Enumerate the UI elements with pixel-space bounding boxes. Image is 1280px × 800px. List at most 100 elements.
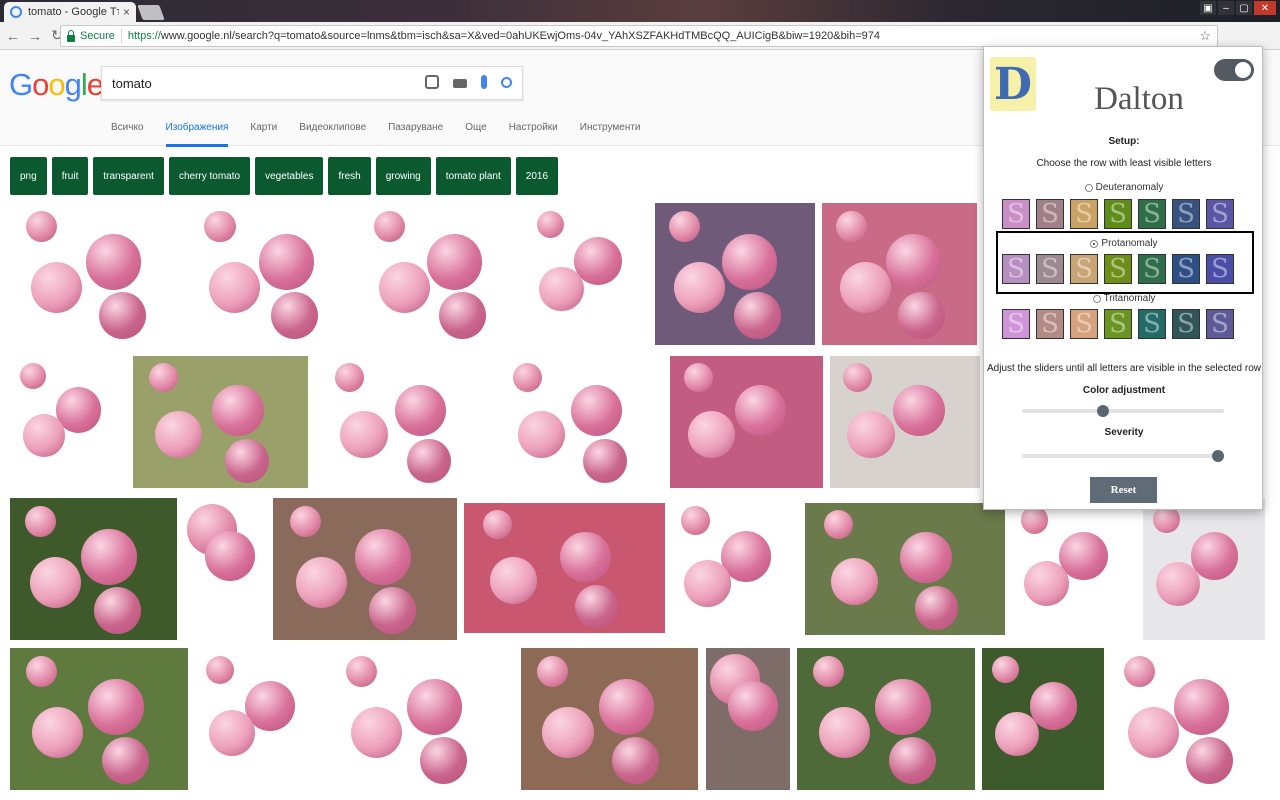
image-result-thumbnail[interactable] <box>670 498 800 640</box>
radio-button[interactable] <box>1092 294 1101 303</box>
image-result-thumbnail[interactable] <box>183 498 267 640</box>
keyboard-icon[interactable] <box>453 78 467 88</box>
radio-protanomaly[interactable]: Protanomaly <box>984 238 1264 249</box>
chip-png[interactable]: png <box>10 157 47 195</box>
tomato-shape <box>85 234 142 290</box>
image-result-thumbnail[interactable] <box>655 203 815 345</box>
image-result-thumbnail[interactable] <box>1110 648 1265 790</box>
image-result-thumbnail[interactable] <box>464 503 665 633</box>
tomato-shape <box>536 211 564 239</box>
chip-fruit[interactable]: fruit <box>51 157 89 195</box>
image-result-thumbnail[interactable] <box>521 648 698 790</box>
chip-2016[interactable]: 2016 <box>515 157 559 195</box>
browser-tab[interactable]: tomato - Google Търсен × <box>4 2 136 22</box>
tomato-shape <box>394 384 447 437</box>
tomato-shape <box>345 655 378 687</box>
image-result-thumbnail[interactable] <box>330 648 505 790</box>
image-result-thumbnail[interactable] <box>830 356 980 488</box>
tab-shopping[interactable]: Пазаруване <box>388 122 443 147</box>
image-result-thumbnail[interactable] <box>273 498 457 640</box>
url-rest: www.google.nl/search?q=tomato&source=lnm… <box>160 30 881 42</box>
dalton-title: Dalton <box>1094 81 1184 117</box>
tab-maps[interactable]: Карти <box>250 122 277 147</box>
address-bar[interactable]: Secure https://www.google.nl/search?q=to… <box>60 25 1218 47</box>
image-result-thumbnail[interactable] <box>706 648 790 790</box>
google-logo[interactable]: Google <box>9 67 104 103</box>
dalton-enable-toggle[interactable] <box>1214 59 1254 81</box>
tab-more[interactable]: Още <box>465 122 486 147</box>
tomato-shape <box>490 557 537 604</box>
forward-icon[interactable]: → <box>26 28 44 44</box>
radio-button[interactable] <box>1084 183 1093 192</box>
url-text[interactable]: https://www.google.nl/search?q=tomato&so… <box>122 30 880 42</box>
chip-growing[interactable]: growing <box>375 157 431 195</box>
camera-icon[interactable] <box>425 75 439 89</box>
new-tab-button[interactable] <box>137 5 165 20</box>
image-result-thumbnail[interactable] <box>797 648 975 790</box>
image-result-thumbnail[interactable] <box>670 356 823 488</box>
image-result-thumbnail[interactable] <box>195 648 323 790</box>
image-result-thumbnail[interactable] <box>320 356 488 488</box>
image-result-thumbnail[interactable] <box>10 648 188 790</box>
secure-indicator[interactable]: Secure <box>61 28 122 44</box>
tomato-shape <box>995 711 1040 756</box>
maximize-icon[interactable]: ▢ <box>1236 1 1252 15</box>
image-result-thumbnail[interactable] <box>526 203 649 345</box>
profile-icon[interactable]: ▣ <box>1200 1 1216 15</box>
tomato-shape <box>295 557 347 609</box>
window-close-icon[interactable]: ✕ <box>1254 1 1276 15</box>
color-adjustment-slider[interactable] <box>1022 405 1224 417</box>
image-result-thumbnail[interactable] <box>10 356 127 488</box>
image-result-thumbnail[interactable] <box>805 503 1005 635</box>
slider-handle[interactable] <box>1211 450 1224 462</box>
minimize-icon[interactable]: – <box>1218 1 1234 15</box>
image-result-thumbnail[interactable] <box>1143 498 1265 640</box>
color-swatch: S <box>1070 309 1098 339</box>
chip-vegetables[interactable]: vegetables <box>255 157 324 195</box>
tomato-shape <box>598 679 655 735</box>
reset-button[interactable]: Reset <box>1090 477 1157 503</box>
radio-deuteranomaly[interactable]: Deuteranomaly <box>984 182 1264 193</box>
image-result-thumbnail[interactable] <box>1010 498 1135 640</box>
tab-settings[interactable]: Настройки <box>509 122 558 147</box>
tomato-shape <box>687 410 736 459</box>
tomato-shape <box>81 529 137 585</box>
tab-close-icon[interactable]: × <box>123 5 130 19</box>
setup-instructions: Choose the row with least visible letter… <box>1036 158 1212 169</box>
bookmark-star-icon[interactable]: ☆ <box>1199 28 1211 44</box>
image-result-thumbnail[interactable] <box>360 203 520 345</box>
adjust-instructions: Adjust the sliders until all letters are… <box>986 363 1262 374</box>
chip-fresh[interactable]: fresh <box>328 157 371 195</box>
back-icon[interactable]: ← <box>4 28 22 44</box>
tab-tools[interactable]: Инструменти <box>580 122 641 147</box>
slider-handle[interactable] <box>1096 405 1109 417</box>
tomato-shape <box>823 510 853 540</box>
image-result-thumbnail[interactable] <box>10 203 184 345</box>
radio-tritanomaly[interactable]: Tritanomaly <box>984 293 1264 304</box>
tomato-shape <box>835 210 867 242</box>
color-swatch: S <box>1070 199 1098 229</box>
tomato-shape <box>897 292 945 340</box>
tomato-shape <box>734 292 782 340</box>
image-result-thumbnail[interactable] <box>822 203 977 345</box>
search-input[interactable]: tomato <box>101 66 523 100</box>
microphone-icon[interactable] <box>481 75 487 89</box>
tomato-shape <box>101 737 149 785</box>
image-result-thumbnail[interactable] <box>10 498 177 640</box>
image-result-thumbnail[interactable] <box>190 203 353 345</box>
radio-button[interactable] <box>1090 239 1099 248</box>
image-result-thumbnail[interactable] <box>133 356 308 488</box>
tomato-shape <box>1190 531 1239 580</box>
tab-all[interactable]: Всичко <box>111 122 144 147</box>
color-swatch: S <box>1002 309 1030 339</box>
chip-transparent[interactable]: transparent <box>93 157 164 195</box>
search-icon[interactable] <box>501 76 512 88</box>
image-result-thumbnail[interactable] <box>982 648 1104 790</box>
tomato-shape <box>20 363 46 390</box>
tab-images[interactable]: Изображения <box>165 122 229 147</box>
chip-tomato-plant[interactable]: tomato plant <box>435 157 511 195</box>
chip-cherry-tomato[interactable]: cherry tomato <box>168 157 251 195</box>
image-result-thumbnail[interactable] <box>498 356 663 488</box>
severity-slider[interactable] <box>1022 450 1224 462</box>
tab-videos[interactable]: Видеоклипове <box>299 122 366 147</box>
